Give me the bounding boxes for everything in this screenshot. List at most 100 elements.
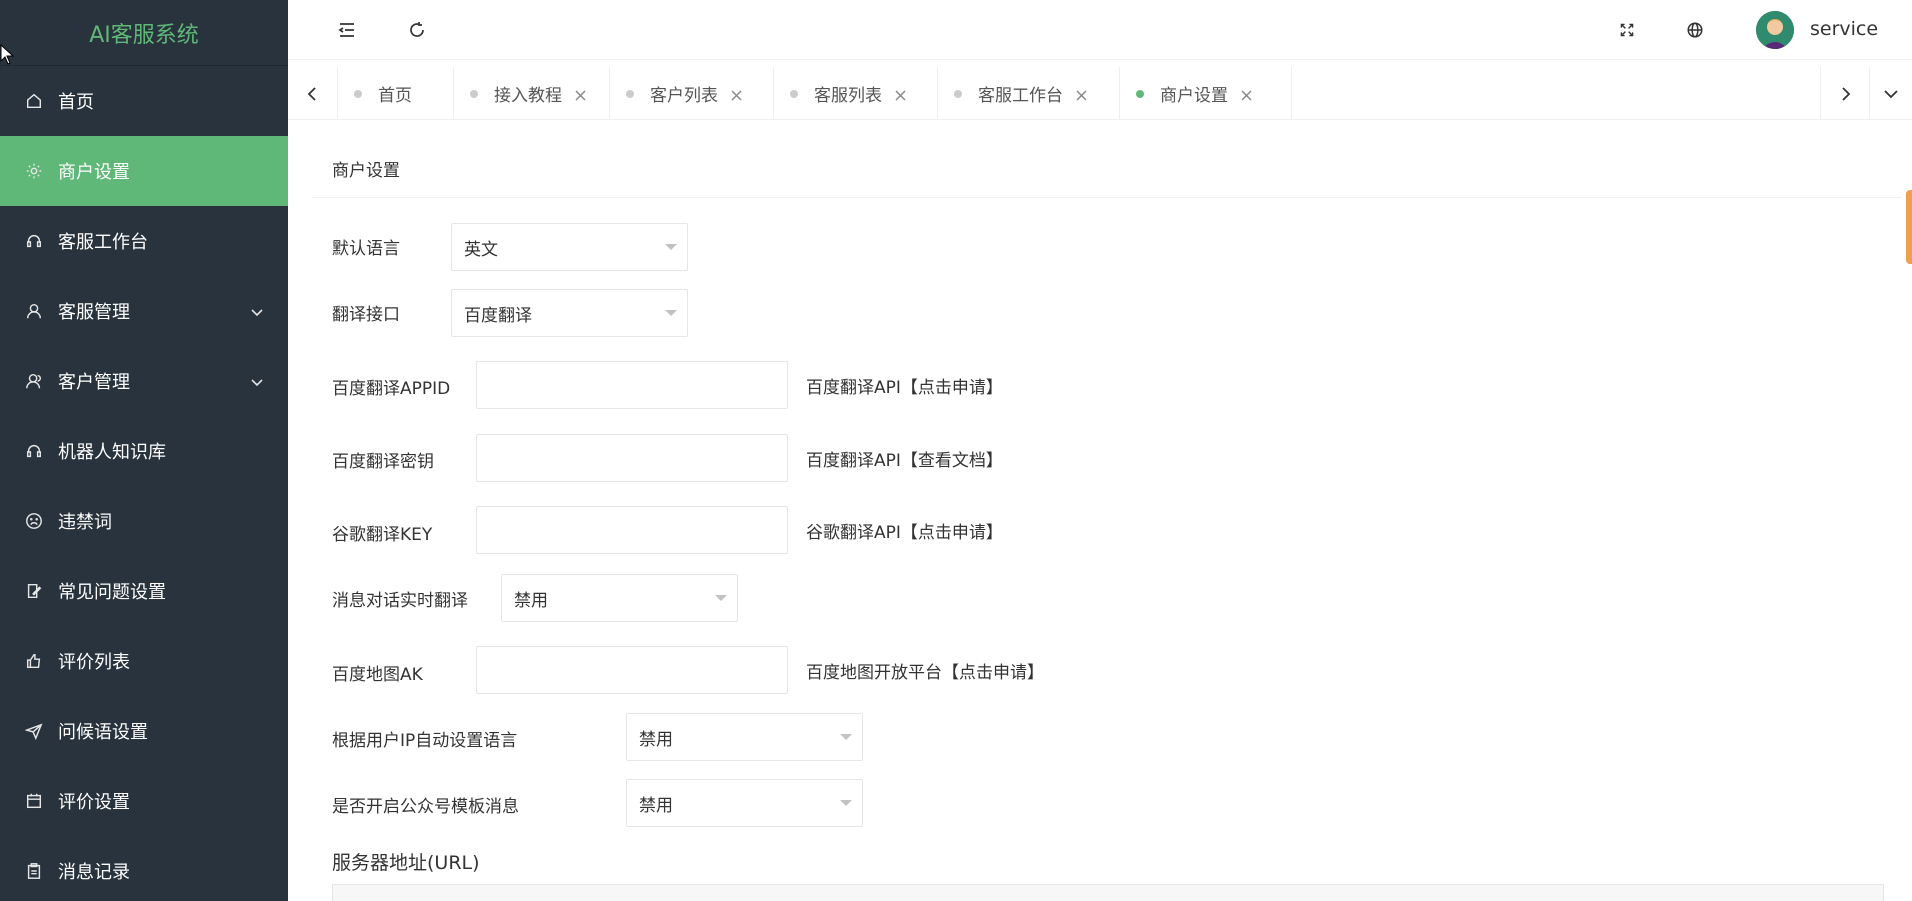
- sidebar-item-label: 评价设置: [58, 792, 130, 813]
- floating-side-tab[interactable]: [1906, 190, 1912, 264]
- realtime-translate-label: 消息对话实时翻译: [332, 591, 468, 611]
- thumb-up-icon: [24, 651, 44, 671]
- caret-down-icon: [840, 800, 852, 806]
- sidebar-item-label: 商户设置: [58, 162, 130, 183]
- tab-home[interactable]: 首页: [338, 67, 454, 120]
- ip-auto-language-select[interactable]: 禁用: [626, 713, 863, 761]
- sidebar-item-faq-settings[interactable]: 常见问题设置: [0, 556, 288, 626]
- avatar[interactable]: [1756, 11, 1794, 49]
- tab-service-workbench[interactable]: 客服工作台: [938, 67, 1120, 120]
- wechat-template-label: 是否开启公众号模板消息: [332, 797, 519, 817]
- baidu-secret-row: 百度翻译密钥: [332, 447, 434, 472]
- sidebar-item-service-workbench[interactable]: 客服工作台: [0, 206, 288, 276]
- sidebar-item-label: 常见问题设置: [58, 582, 166, 603]
- sidebar-item-merchant-settings[interactable]: 商户设置: [0, 136, 288, 206]
- headset-icon: [24, 231, 44, 251]
- send-icon: [24, 721, 44, 741]
- translate-api-label: 翻译接口: [332, 305, 400, 325]
- tabs-scroll-right-icon[interactable]: [1820, 67, 1870, 120]
- tab-label: 客服列表: [814, 86, 882, 106]
- baidu-appid-apply-link[interactable]: 百度翻译API【点击申请】: [806, 373, 1003, 398]
- wechat-template-value: 禁用: [639, 795, 673, 816]
- sidebar-item-home[interactable]: 首页: [0, 66, 288, 136]
- tab-merchant-settings[interactable]: 商户设置: [1120, 67, 1292, 120]
- tabs-more-chevron-down-icon[interactable]: [1870, 67, 1912, 120]
- sidebar-item-robot-knowledge[interactable]: 机器人知识库: [0, 416, 288, 486]
- close-icon[interactable]: [574, 87, 588, 101]
- sidebar-item-customer-management[interactable]: 客户管理: [0, 346, 288, 416]
- fullscreen-icon[interactable]: [1615, 18, 1639, 42]
- sidebar-item-review-list[interactable]: 评价列表: [0, 626, 288, 696]
- refresh-icon[interactable]: [405, 18, 429, 42]
- tab-status-dot: [954, 89, 962, 98]
- google-key-row: 谷歌翻译KEY: [332, 520, 432, 545]
- close-icon[interactable]: [730, 87, 744, 101]
- tabs-scroll-left-icon[interactable]: [288, 67, 338, 120]
- sidebar-item-review-settings[interactable]: 评价设置: [0, 766, 288, 836]
- tab-label: 客户列表: [650, 86, 718, 106]
- baidu-secret-input[interactable]: [476, 434, 788, 482]
- google-key-label: 谷歌翻译KEY: [332, 525, 433, 545]
- tab-integration-guide[interactable]: 接入教程: [454, 67, 610, 120]
- wechat-template-select[interactable]: 禁用: [626, 779, 863, 827]
- sidebar-item-banned-words[interactable]: 违禁词: [0, 486, 288, 556]
- default-language-select[interactable]: 英文: [451, 223, 688, 271]
- google-key-apply-link[interactable]: 谷歌翻译API【点击申请】: [806, 518, 1003, 543]
- baidu-map-apply-link[interactable]: 百度地图开放平台【点击申请】: [806, 658, 1044, 683]
- sidebar-item-label: 客服管理: [58, 302, 130, 323]
- headset-icon: [24, 441, 44, 461]
- sidebar-item-label: 客户管理: [58, 372, 130, 393]
- baidu-appid-input[interactable]: [476, 361, 788, 409]
- menu-fold-icon[interactable]: [335, 18, 359, 42]
- username[interactable]: service: [1810, 18, 1878, 40]
- tab-status-dot: [790, 89, 798, 98]
- globe-icon[interactable]: [1683, 18, 1707, 42]
- translate-api-select[interactable]: 百度翻译: [451, 289, 688, 337]
- server-url-field[interactable]: [332, 884, 1884, 901]
- close-icon[interactable]: [1240, 87, 1254, 101]
- tab-label: 首页: [378, 86, 412, 106]
- google-key-input[interactable]: [476, 506, 788, 554]
- user-icon: [24, 301, 44, 321]
- page-title: 商户设置: [312, 140, 1902, 198]
- baidu-map-ak-row: 百度地图AK: [332, 660, 423, 685]
- realtime-translate-value: 禁用: [514, 590, 548, 611]
- tab-service-list[interactable]: 客服列表: [774, 67, 938, 120]
- translate-api-row: 翻译接口: [332, 300, 400, 325]
- edit-icon: [24, 581, 44, 601]
- ip-auto-language-value: 禁用: [639, 729, 673, 750]
- default-language-label: 默认语言: [332, 239, 400, 259]
- baidu-secret-docs-link[interactable]: 百度翻译API【查看文档】: [806, 446, 1003, 471]
- baidu-secret-label: 百度翻译密钥: [332, 452, 434, 472]
- gear-icon: [24, 161, 44, 181]
- tab-status-dot: [354, 89, 362, 98]
- close-icon[interactable]: [894, 87, 908, 101]
- tab-status-dot: [626, 89, 634, 98]
- default-language-row: 默认语言: [332, 234, 400, 259]
- sidebar-item-message-log[interactable]: 消息记录: [0, 836, 288, 901]
- tabs-bar: 首页 接入教程 客户列表 客服列表 客服工作台 商户设置: [288, 67, 1912, 120]
- sidebar-item-service-management[interactable]: 客服管理: [0, 276, 288, 346]
- sidebar-item-label: 问候语设置: [58, 722, 148, 743]
- home-icon: [24, 91, 44, 111]
- sidebar-item-greeting-settings[interactable]: 问候语设置: [0, 696, 288, 766]
- tab-customer-list[interactable]: 客户列表: [610, 67, 774, 120]
- sidebar-item-label: 消息记录: [58, 862, 130, 883]
- baidu-map-ak-label: 百度地图AK: [332, 665, 423, 685]
- translate-api-value: 百度翻译: [464, 305, 532, 326]
- caret-down-icon: [715, 595, 727, 601]
- caret-down-icon: [840, 734, 852, 740]
- mouse-cursor-icon: [0, 43, 16, 66]
- baidu-map-ak-input[interactable]: [476, 646, 788, 694]
- close-icon[interactable]: [1075, 87, 1089, 101]
- baidu-appid-row: 百度翻译APPID: [332, 374, 450, 399]
- sidebar-item-label: 机器人知识库: [58, 442, 166, 463]
- tab-label: 商户设置: [1160, 86, 1228, 106]
- caret-down-icon: [665, 244, 677, 250]
- sidebar: AI客服系统 首页 商户设置 客服工作台 客服管理 客户管理 机器人知识库 违禁…: [0, 0, 288, 901]
- ip-auto-language-label: 根据用户IP自动设置语言: [332, 731, 518, 751]
- realtime-translate-select[interactable]: 禁用: [501, 574, 738, 622]
- top-header: service: [288, 0, 1912, 60]
- ip-auto-language-row: 根据用户IP自动设置语言: [332, 726, 517, 751]
- tab-label: 接入教程: [494, 86, 562, 106]
